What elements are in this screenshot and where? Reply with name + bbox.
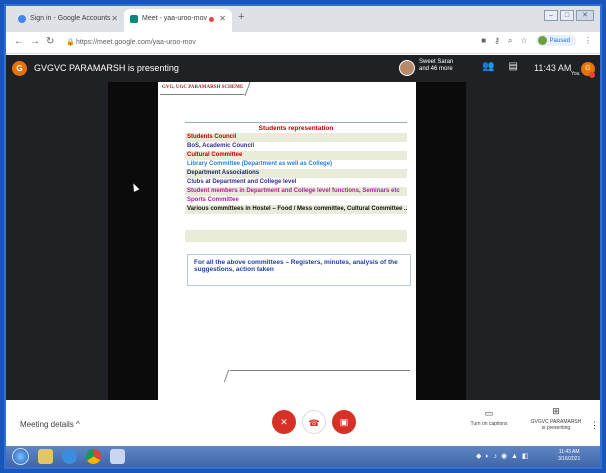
captions-button[interactable]: ▭ Turn on captions (466, 408, 512, 427)
file-explorer-icon[interactable] (38, 449, 53, 464)
avatar (537, 36, 547, 45)
people-icon[interactable]: 👥 (482, 61, 494, 72)
more-options-icon[interactable]: ⋮ (590, 420, 599, 431)
note-box: For all the above committees – Registers… (187, 254, 411, 286)
shared-slide: GVG, UGC PARAMARSH SCHEME Students repre… (158, 82, 416, 400)
close-icon[interactable]: ✕ (111, 14, 118, 23)
mic-off-indicator-icon (589, 72, 595, 78)
chevron-up-icon: ^ (76, 420, 80, 429)
zoom-icon[interactable]: ⌕ (508, 36, 512, 46)
meet-control-bar: Meeting details ^ ✕ ☎ ▣ ▭ Turn on captio… (6, 400, 600, 446)
list-item: BoS, Academic Council (187, 143, 255, 149)
system-tray[interactable]: ◆ ◐ ♪ ◉ ▲ ◧ (476, 452, 530, 460)
list-item: Cultural Committee (185, 151, 407, 160)
app-icon[interactable] (110, 449, 125, 464)
list-item: Sports Committee (187, 197, 239, 203)
list-item: Library Committee (Department as well as… (187, 161, 333, 167)
tab-label: Sign in - Google Accounts (30, 15, 111, 22)
start-button[interactable] (12, 448, 29, 465)
present-button[interactable]: ⊞ GVGVC PARAMARSH is presenting (526, 406, 586, 431)
participant-avatar (399, 60, 415, 76)
divider (160, 94, 244, 95)
chrome-icon[interactable] (86, 449, 101, 464)
browser-tools: ■ ⚷ ⌕ ☆ Paused ⋮ (481, 35, 592, 46)
presenter-avatar: G (12, 61, 27, 76)
camera-toggle-button[interactable]: ▣ (332, 410, 356, 434)
list-item: Students Council (185, 133, 407, 142)
chat-icon[interactable]: ▤ (508, 61, 517, 72)
table-row (185, 230, 407, 242)
reload-icon[interactable]: ↻ (46, 36, 54, 47)
presentation-stage: GVG, UGC PARAMARSH SCHEME Students repre… (108, 82, 466, 400)
presenting-text: GVGVC PARAMARSH is presenting (34, 63, 179, 73)
camera-indicator-icon[interactable]: ■ (481, 36, 486, 45)
camera-off-icon: ▣ (339, 417, 349, 427)
back-icon[interactable]: ← (14, 36, 24, 47)
slide-header: GVG, UGC PARAMARSH SCHEME (162, 85, 244, 90)
browser-window: Sign in - Google Accounts ✕ Meet - yaa-u… (4, 4, 602, 469)
list-item: Department Associations (185, 169, 407, 178)
list-item: Various committees in Hostel – Food / Me… (185, 205, 407, 214)
os-taskbar: ◆ ◐ ♪ ◉ ▲ ◧ 11:43 AM 3/16/2021 (6, 446, 600, 467)
google-icon (18, 15, 26, 23)
list-item: Clubs at Department and College level (187, 179, 297, 185)
internet-explorer-icon[interactable] (62, 449, 77, 464)
url-text: https://meet.google.com/yaa-uroo-mov (76, 39, 196, 46)
divider (223, 370, 235, 382)
list-item: Student members in Department and Colleg… (185, 187, 407, 196)
minimize-button[interactable]: – (544, 10, 558, 21)
key-icon[interactable]: ⚷ (494, 36, 500, 45)
meeting-details-button[interactable]: Meeting details ^ (20, 420, 80, 429)
committee-list: Students Council BoS, Academic Council Cul… (185, 133, 407, 214)
tab-google-accounts[interactable]: Sign in - Google Accounts ✕ (12, 9, 124, 32)
tab-strip: Sign in - Google Accounts ✕ Meet - yaa-u… (6, 6, 600, 32)
menu-kebab-icon[interactable]: ⋮ (584, 36, 592, 45)
captions-icon: ▭ (484, 408, 494, 418)
lock-icon: 🔒 (66, 39, 75, 46)
top-icons: 👥 ▤ (482, 61, 518, 72)
star-icon[interactable]: ☆ (520, 36, 527, 45)
window-close-button[interactable]: ✕ (576, 10, 594, 21)
phone-hangup-icon: ☎ (308, 418, 320, 428)
you-label: You (571, 71, 580, 77)
close-icon[interactable]: ✕ (219, 14, 226, 23)
window-controls: – □ ✕ (544, 10, 594, 21)
mic-off-icon: ✕ (280, 417, 288, 427)
url-bar[interactable]: 🔒 https://meet.google.com/yaa-uroo-mov (64, 35, 484, 50)
tab-meet[interactable]: Meet - yaa-uroo-mov ✕ (124, 9, 232, 32)
maximize-button[interactable]: □ (560, 10, 574, 21)
forward-icon[interactable]: → (30, 36, 40, 47)
tab-label: Meet - yaa-uroo-mov (142, 15, 207, 22)
divider (230, 370, 410, 371)
meet-top-bar: G GVGVC PARAMARSH is presenting Sweet Sa… (6, 55, 600, 82)
slide-content: Students representation Students Council… (185, 122, 407, 242)
leave-call-button[interactable]: ☎ (302, 410, 326, 434)
meeting-time: 11:43 AM (534, 63, 572, 73)
meet-icon (130, 15, 138, 23)
slide-title: Students representation (185, 122, 407, 133)
profile-paused-button[interactable]: Paused (535, 35, 576, 46)
recording-dot-icon (209, 17, 214, 22)
table-row (185, 216, 407, 228)
new-tab-button[interactable]: + (238, 11, 244, 23)
meet-area: G GVGVC PARAMARSH is presenting Sweet Sa… (6, 55, 600, 400)
taskbar-clock[interactable]: 11:43 AM 3/16/2021 (558, 449, 580, 463)
mic-toggle-button[interactable]: ✕ (272, 410, 296, 434)
address-row: ← → ↻ 🔒 https://meet.google.com/yaa-uroo… (6, 32, 600, 54)
participants-text: Sweet Saran and 46 more (419, 59, 454, 72)
present-icon: ⊞ (552, 406, 560, 416)
